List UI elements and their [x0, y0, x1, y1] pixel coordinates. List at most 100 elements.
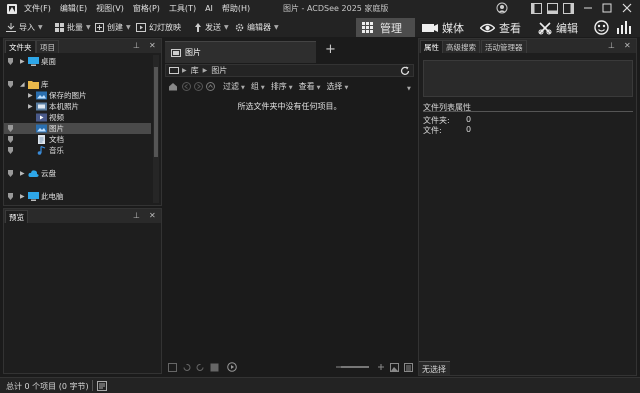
maximize-icon[interactable]: [602, 3, 612, 13]
rotate-right-icon[interactable]: [196, 363, 205, 372]
tree-item-this-pc[interactable]: ▶ 此电脑: [4, 191, 149, 202]
expand-arrow-icon[interactable]: ▶: [20, 193, 25, 200]
no-selection-tab[interactable]: 无选择: [419, 361, 450, 375]
batch-label: 批量: [67, 23, 83, 32]
tab-preview[interactable]: 预览: [5, 210, 28, 223]
layout-left-icon[interactable]: [531, 3, 542, 14]
tree-item-documents[interactable]: 文档: [4, 134, 149, 145]
back-icon[interactable]: [182, 82, 191, 91]
select-label: 选择: [326, 82, 343, 91]
tree-item-desktop[interactable]: ▶ 桌面: [4, 56, 149, 67]
menu-ai[interactable]: AI: [205, 4, 213, 13]
file-list[interactable]: 所选文件夹中没有任何项目。: [165, 95, 414, 351]
details-view-icon[interactable]: [404, 362, 413, 372]
chevron-down-icon: ▼: [288, 85, 293, 91]
select-menu[interactable]: 选择 ▼: [326, 81, 348, 92]
expand-arrow-icon[interactable]: ▶: [20, 170, 25, 177]
zoom-in-icon[interactable]: [377, 363, 385, 371]
up-icon[interactable]: [206, 82, 215, 91]
editor-button[interactable]: 编辑器 ▼: [235, 22, 279, 33]
menu-help[interactable]: 帮助(H): [222, 3, 250, 14]
mode-media-button[interactable]: 媒体: [422, 18, 464, 37]
dashboard-icon[interactable]: [594, 20, 609, 35]
chevron-down-icon[interactable]: ▼: [407, 86, 411, 92]
tree-item-cloud[interactable]: ▶ 云盘: [4, 168, 149, 179]
scrollbar-thumb[interactable]: [154, 67, 158, 157]
tab-folders[interactable]: 文件夹: [5, 40, 36, 53]
slideshow-play-icon[interactable]: [227, 362, 237, 372]
tree-item-pictures[interactable]: 图片: [4, 123, 151, 134]
tab-advanced-search[interactable]: 高级搜索: [442, 40, 480, 53]
browser-tab[interactable]: 图片: [165, 41, 316, 63]
add-tab-button[interactable]: +: [325, 42, 336, 57]
group-menu[interactable]: 组 ▼: [251, 81, 265, 92]
collapse-arrow-icon[interactable]: ◢: [20, 81, 25, 88]
thumbnail-size-slider[interactable]: [341, 366, 369, 368]
menu-view[interactable]: 视图(V): [96, 3, 124, 14]
refresh-icon[interactable]: [400, 66, 410, 76]
rotate-left-icon[interactable]: [182, 363, 191, 372]
pin-panel-icon[interactable]: ⊥: [608, 41, 615, 50]
properties-toggle-icon[interactable]: [97, 381, 107, 391]
chevron-down-icon: ▼: [38, 24, 43, 31]
minimize-icon[interactable]: [583, 3, 593, 13]
mode-manage-button[interactable]: 管理: [356, 18, 415, 37]
tab-projects[interactable]: 项目: [36, 40, 59, 53]
tree-label: 文档: [49, 135, 64, 144]
pin-icon: [8, 125, 13, 132]
stats-icon[interactable]: [617, 21, 631, 34]
forward-icon[interactable]: [194, 82, 203, 91]
mode-edit-button[interactable]: 编辑: [538, 18, 578, 37]
create-button[interactable]: 创建 ▼: [95, 22, 131, 33]
menu-tools[interactable]: 工具(T): [169, 3, 196, 14]
tab-activity-manager[interactable]: 活动管理器: [481, 40, 527, 53]
sort-menu[interactable]: 排序 ▼: [271, 81, 293, 92]
import-label: 导入: [19, 23, 35, 32]
slideshow-button[interactable]: 幻灯放映: [136, 22, 181, 33]
batch-button[interactable]: 批量 ▼: [55, 22, 91, 33]
menu-edit[interactable]: 编辑(E): [60, 3, 87, 14]
pictures-tab-icon: [171, 49, 181, 57]
menu-file[interactable]: 文件(F): [24, 3, 51, 14]
pin-panel-icon[interactable]: ⊥: [133, 41, 140, 50]
close-icon[interactable]: [622, 3, 632, 13]
close-panel-icon[interactable]: ✕: [624, 41, 631, 50]
toolbar: 导入 ▼ 批量 ▼ 创建 ▼ 幻灯放映 发送 ▼ 编辑器 ▼ 管理 媒体 查看 …: [0, 18, 640, 37]
tree-item-music[interactable]: 音乐: [4, 145, 149, 156]
layout-bottom-icon[interactable]: [547, 3, 558, 14]
tree-item-videos[interactable]: 视频: [4, 112, 149, 123]
import-button[interactable]: 导入 ▼: [6, 22, 43, 33]
breadcrumb-library[interactable]: 库: [191, 65, 199, 76]
expand-arrow-icon[interactable]: ▶: [28, 92, 33, 99]
tree-item-camera-roll[interactable]: ▶ 本机照片: [4, 101, 149, 112]
send-button[interactable]: 发送 ▼: [194, 22, 229, 33]
menu-pane[interactable]: 窗格(P): [133, 3, 160, 14]
close-panel-icon[interactable]: ✕: [149, 211, 156, 220]
folder-tree-scrollbar[interactable]: [153, 55, 159, 203]
layout-right-icon[interactable]: [563, 3, 574, 14]
compare-icon[interactable]: [210, 363, 219, 372]
tree-item-saved-pictures[interactable]: ▶ 保存的图片: [4, 90, 149, 101]
batch-icon: [55, 23, 64, 32]
breadcrumb-pictures[interactable]: 图片: [211, 65, 227, 76]
mode-view-button[interactable]: 查看: [480, 18, 521, 37]
save-icon[interactable]: [168, 362, 177, 372]
expand-arrow-icon[interactable]: ▶: [20, 58, 25, 65]
tree-item-library[interactable]: ◢ 库: [4, 79, 149, 90]
status-divider: [92, 380, 93, 391]
close-panel-icon[interactable]: ✕: [149, 41, 156, 50]
filter-menu[interactable]: 过滤 ▼: [223, 81, 245, 92]
home-icon[interactable]: [168, 82, 178, 91]
view-menu[interactable]: 查看 ▼: [299, 81, 321, 92]
path-bar[interactable]: ▶ 库 ▶ 图片: [165, 64, 414, 77]
breadcrumb-separator-icon: ▶: [202, 67, 208, 74]
expand-arrow-icon[interactable]: ▶: [28, 103, 33, 110]
pin-panel-icon[interactable]: ⊥: [133, 211, 140, 220]
tab-properties[interactable]: 属性: [420, 40, 443, 53]
document-icon: [36, 135, 47, 144]
account-icon[interactable]: [496, 2, 508, 14]
pictures-folder-icon: [36, 124, 47, 133]
image-view-icon[interactable]: [390, 362, 399, 372]
tree-label: 桌面: [41, 57, 56, 66]
pin-icon: [8, 136, 13, 143]
